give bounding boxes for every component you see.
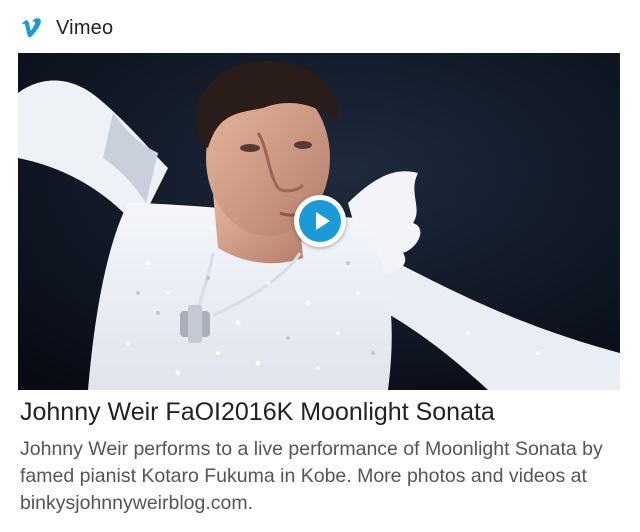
provider-name: Vimeo [56, 16, 114, 39]
video-title[interactable]: Johnny Weir FaOI2016K Moonlight Sonata [20, 396, 620, 428]
video-embed-card: Vimeo Johnny Weir FaOI2016K Moonlight So… [0, 0, 640, 532]
video-description: Johnny Weir performs to a live performan… [20, 438, 603, 514]
play-icon [299, 200, 341, 242]
provider-header: Vimeo [20, 12, 113, 44]
vimeo-logo-icon [22, 18, 41, 38]
video-thumbnail[interactable] [18, 53, 620, 390]
play-button[interactable] [294, 195, 346, 247]
